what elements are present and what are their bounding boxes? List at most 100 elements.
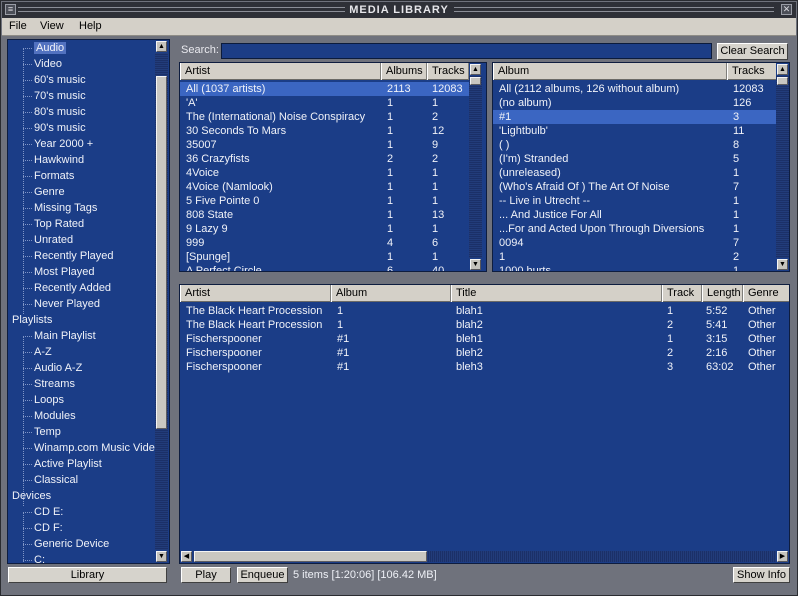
tree-item-70-s-music[interactable]: 70's music [23, 89, 86, 105]
artist-row[interactable]: 4Voice 1 1 [180, 166, 469, 180]
scroll-down-icon[interactable]: ▼ [777, 259, 788, 270]
menu-file[interactable]: File [9, 20, 27, 32]
tree-group-devices[interactable]: Devices [12, 489, 51, 505]
scroll-up-icon[interactable]: ▲ [156, 41, 167, 52]
column-header-length[interactable]: Length [702, 285, 743, 302]
album-row[interactable]: -- Live in Utrecht -- 1 [493, 194, 776, 208]
tree-item-unrated[interactable]: Unrated [23, 233, 73, 249]
artist-scroll-thumb[interactable] [470, 77, 481, 85]
column-header-tracks[interactable]: Tracks [427, 63, 469, 80]
tree-scroll-thumb[interactable] [156, 76, 167, 429]
search-input[interactable] [221, 43, 712, 59]
show-info-button[interactable]: Show Info [733, 567, 790, 583]
tree-group-playlists[interactable]: Playlists [12, 313, 52, 329]
album-row[interactable]: ... And Justice For All 1 [493, 208, 776, 222]
scroll-up-icon[interactable]: ▲ [470, 64, 481, 75]
artist-row[interactable]: 35007 1 9 [180, 138, 469, 152]
tree-item-most-played[interactable]: Most Played [23, 265, 95, 281]
track-row[interactable]: Fischerspooner #1 bleh2 2 2:16 Other [180, 346, 789, 360]
album-row[interactable]: 0094 7 [493, 236, 776, 250]
tree-item-cd-f[interactable]: CD F: [23, 521, 63, 537]
tree-item-a-z[interactable]: A-Z [23, 345, 52, 361]
play-button[interactable]: Play [181, 567, 231, 583]
tree-item-modules[interactable]: Modules [23, 409, 76, 425]
column-header-artist[interactable]: Artist [180, 63, 381, 80]
tree-item-winamp-com-music-video[interactable]: Winamp.com Music Video [23, 441, 161, 457]
tree-item-audio-a-z[interactable]: Audio A-Z [23, 361, 82, 377]
tree-item-missing-tags[interactable]: Missing Tags [23, 201, 97, 217]
album-row[interactable]: #1 3 [493, 110, 776, 124]
library-button[interactable]: Library [8, 567, 167, 583]
album-row[interactable]: 12 [493, 250, 776, 264]
menu-help[interactable]: Help [79, 20, 102, 32]
tree-item-genre[interactable]: Genre [23, 185, 65, 201]
tree-item-active-playlist[interactable]: Active Playlist [23, 457, 102, 473]
artist-row[interactable]: 808 State 1 13 [180, 208, 469, 222]
title-bar[interactable]: ≡ MEDIA LIBRARY ✕ [2, 2, 796, 18]
column-header-track[interactable]: Track [662, 285, 702, 302]
tree-item-loops[interactable]: Loops [23, 393, 64, 409]
album-row[interactable]: All (2112 albums, 126 without album) 1208… [493, 82, 776, 96]
tree-item-classical[interactable]: Classical [23, 473, 78, 489]
artist-row[interactable]: 999 4 6 [180, 236, 469, 250]
album-row[interactable]: (Who's Afraid Of ) The Art Of Noise 7 [493, 180, 776, 194]
track-row[interactable]: The Black Heart Procession 1 blah2 2 5:41 Oth… [180, 318, 789, 332]
album-scroll-thumb[interactable] [777, 77, 788, 85]
artist-row[interactable]: The (International) Noise Conspiracy 1 2 [180, 110, 469, 124]
column-header-album[interactable]: Album [331, 285, 451, 302]
artist-row[interactable]: 9 Lazy 9 1 1 [180, 222, 469, 236]
scroll-down-icon[interactable]: ▼ [156, 551, 167, 562]
track-hscrollbar[interactable]: ◀ ▶ [180, 550, 789, 563]
artist-scrollbar[interactable]: ▲ ▼ [469, 63, 482, 271]
track-scroll-thumb[interactable] [194, 551, 427, 562]
tree-item-video[interactable]: Video [23, 57, 62, 73]
tree-item-never-played[interactable]: Never Played [23, 297, 100, 313]
tree-item-cd-e[interactable]: CD E: [23, 505, 63, 521]
artist-row[interactable]: All (1037 artists) 2113 12083 [180, 82, 469, 96]
tree-scrollbar[interactable]: ▲ ▼ [155, 40, 168, 563]
album-row[interactable]: ...For and Acted Upon Through Diversions… [493, 222, 776, 236]
column-header-genre[interactable]: Genre [743, 285, 789, 302]
track-row[interactable]: Fischerspooner #1 bleh1 1 3:15 Other [180, 332, 789, 346]
album-row[interactable]: (I'm) Stranded 5 [493, 152, 776, 166]
tree-item-streams[interactable]: Streams [23, 377, 75, 393]
column-header-album[interactable]: Album [493, 63, 727, 80]
tree-item-main-playlist[interactable]: Main Playlist [23, 329, 96, 345]
clear-search-button[interactable]: Clear Search [717, 43, 788, 60]
track-row[interactable]: The Black Heart Procession 1 blah1 1 5:52 Oth… [180, 304, 789, 318]
artist-row[interactable]: 36 Crazyfists 2 2 [180, 152, 469, 166]
album-row[interactable]: (no album) 126 [493, 96, 776, 110]
scroll-right-icon[interactable]: ▶ [777, 551, 788, 562]
tree-item-recently-added[interactable]: Recently Added [23, 281, 111, 297]
enqueue-button[interactable]: Enqueue [237, 567, 288, 583]
column-header-artist[interactable]: Artist [180, 285, 331, 302]
column-header-albums[interactable]: Albums [381, 63, 427, 80]
artist-row[interactable]: A Perfect Circle 6 40 [180, 264, 469, 271]
column-header-title[interactable]: Title [451, 285, 662, 302]
tree-item-60-s-music[interactable]: 60's music [23, 73, 86, 89]
tree-item-c[interactable]: C: [23, 553, 45, 563]
close-icon[interactable]: ✕ [781, 4, 792, 15]
artist-row[interactable]: 4Voice (Namlook) 1 1 [180, 180, 469, 194]
album-row[interactable]: 1000 hurts 1 [493, 264, 776, 271]
tree-item-formats[interactable]: Formats [23, 169, 74, 185]
artist-row[interactable]: 5 Five Pointe 0 1 1 [180, 194, 469, 208]
tree-item-year-2000[interactable]: Year 2000 + [23, 137, 93, 153]
scroll-down-icon[interactable]: ▼ [470, 259, 481, 270]
artist-row[interactable]: 'A' 1 1 [180, 96, 469, 110]
tree-item-90-s-music[interactable]: 90's music [23, 121, 86, 137]
tree-item-80-s-music[interactable]: 80's music [23, 105, 86, 121]
album-row[interactable]: ( ) 8 [493, 138, 776, 152]
tree-item-hawkwind[interactable]: Hawkwind [23, 153, 84, 169]
tree-item-recently-played[interactable]: Recently Played [23, 249, 114, 265]
album-scrollbar[interactable]: ▲ ▼ [776, 63, 789, 271]
tree-item-temp[interactable]: Temp [23, 425, 61, 441]
track-row[interactable]: Fischerspooner #1 bleh3 3 63:02 Other [180, 360, 789, 374]
tree-item-audio[interactable]: Audio [23, 41, 67, 57]
artist-row[interactable]: [Spunge] 1 1 [180, 250, 469, 264]
album-row[interactable]: (unreleased) 1 [493, 166, 776, 180]
menu-view[interactable]: View [40, 20, 64, 32]
scroll-up-icon[interactable]: ▲ [777, 64, 788, 75]
column-header-tracks[interactable]: Tracks [727, 63, 777, 80]
album-row[interactable]: 'Lightbulb' 11 [493, 124, 776, 138]
